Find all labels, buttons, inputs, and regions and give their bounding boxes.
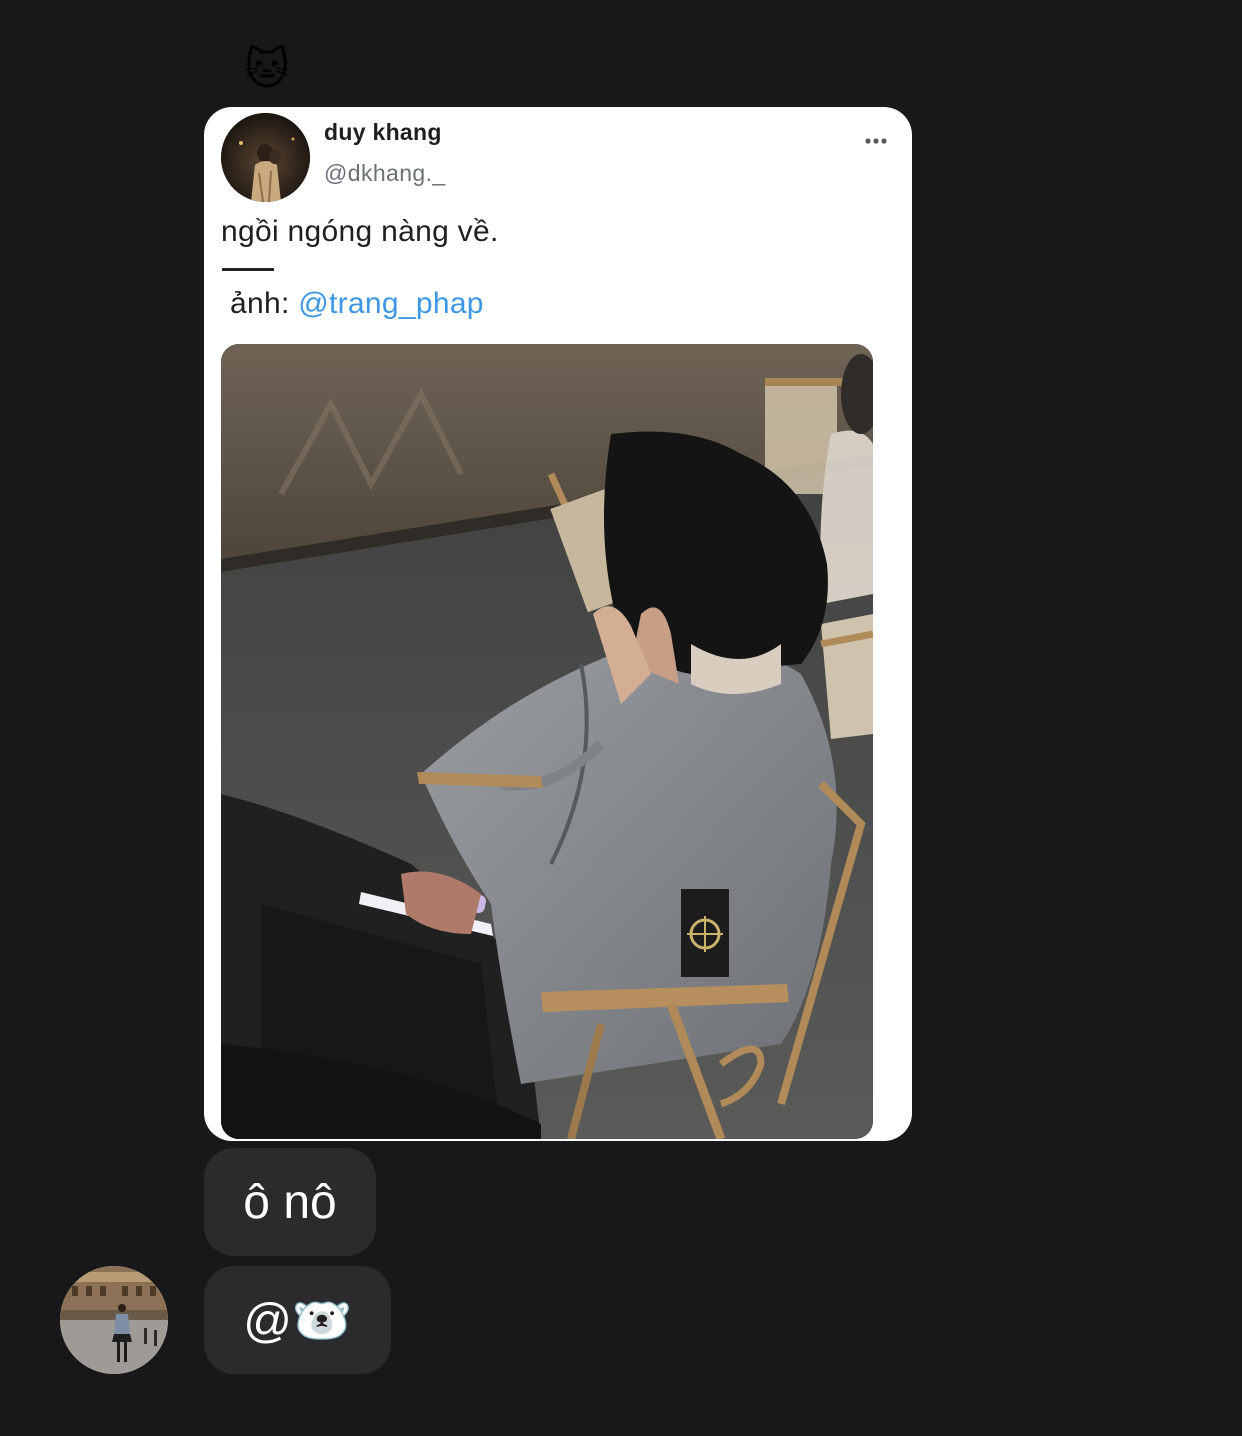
sender-avatar[interactable] (60, 1266, 168, 1374)
photo-credit: ảnh: @trang_phap (230, 287, 484, 321)
shared-post-card[interactable]: duy khang @dkhang._ ngồi ngóng nàng về. … (204, 107, 912, 1141)
message-bubble[interactable]: ô nô (204, 1148, 376, 1256)
text-divider (222, 268, 274, 271)
message-text: ô nô (243, 1175, 337, 1229)
cat-face-icon[interactable]: 🐱 (244, 44, 290, 96)
post-text: ngồi ngóng nàng về. (221, 215, 499, 248)
post-photo[interactable] (221, 344, 873, 1139)
photo-credit-label: ảnh: (230, 287, 299, 320)
author-name[interactable]: duy khang (324, 119, 442, 146)
author-avatar[interactable] (221, 113, 310, 202)
credit-mention-link[interactable]: @trang_phap (298, 287, 484, 320)
message-bubble[interactable]: @🐻‍❄️ (204, 1266, 391, 1374)
author-handle[interactable]: @dkhang._ (324, 160, 446, 187)
message-text: @🐻‍❄️ (243, 1294, 352, 1348)
more-horizontal-icon[interactable] (860, 131, 892, 151)
